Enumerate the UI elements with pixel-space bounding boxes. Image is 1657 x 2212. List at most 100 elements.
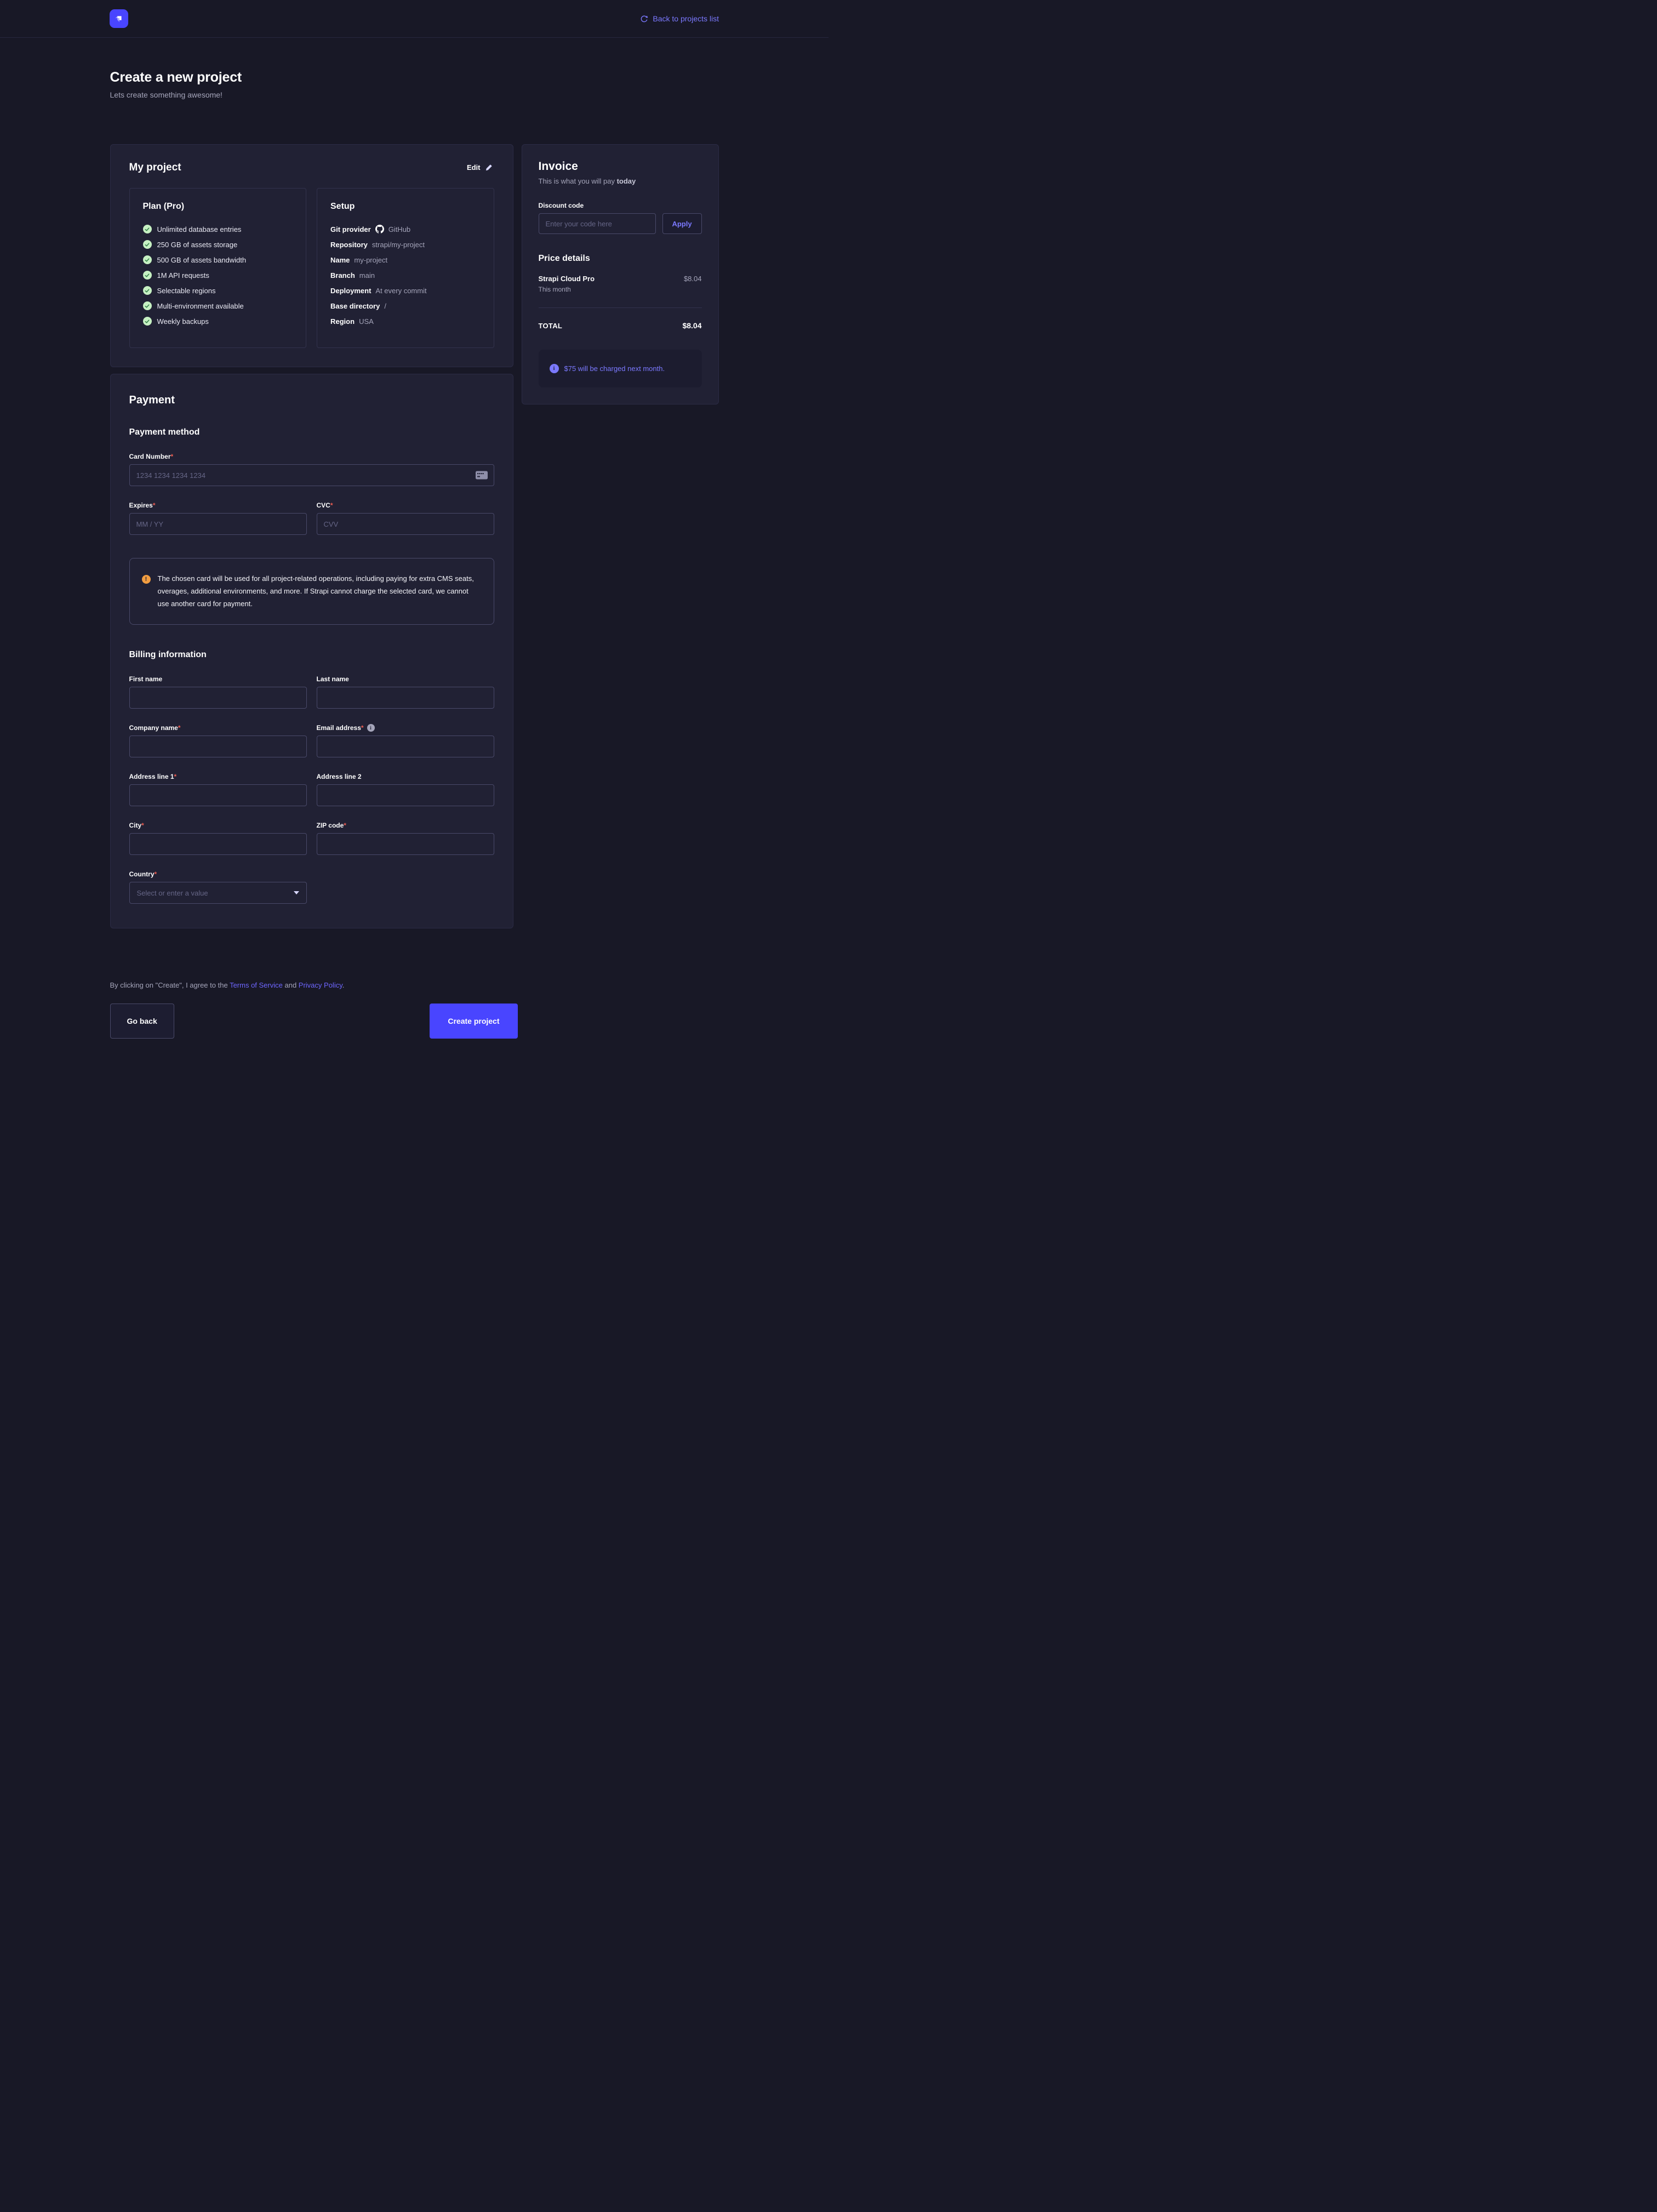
city-field-group: City* <box>129 822 307 855</box>
payment-title: Payment <box>129 394 494 407</box>
card-usage-notice: ! The chosen card will be used for all p… <box>129 558 494 625</box>
plan-box: Plan (Pro) Unlimited database entries 25… <box>129 188 307 348</box>
privacy-policy-link[interactable]: Privacy Policy <box>299 981 342 989</box>
address1-label-text: Address line 1 <box>129 773 174 780</box>
cvc-label-text: CVC <box>317 501 330 509</box>
expires-label-text: Expires <box>129 501 153 509</box>
terms-of-service-link[interactable]: Terms of Service <box>230 981 283 989</box>
required-mark: * <box>153 501 156 509</box>
address2-input[interactable] <box>317 784 494 806</box>
country-select-placeholder: Select or enter a value <box>137 889 208 897</box>
price-item-amount: $8.04 <box>684 275 702 283</box>
setup-row-label: Name <box>330 256 350 264</box>
setup-box: Setup Git provider GitHub Repository <box>317 188 494 348</box>
address1-input[interactable] <box>129 784 307 806</box>
plan-feature-label: Multi-environment available <box>157 302 244 310</box>
strapi-logo-icon <box>113 13 125 25</box>
create-project-button[interactable]: Create project <box>430 1004 517 1039</box>
setup-row-label: Deployment <box>330 287 371 295</box>
total-amount: $8.04 <box>682 321 701 330</box>
country-field-group: Country* Select or enter a value <box>129 870 307 904</box>
plan-feature: Weekly backups <box>143 317 293 326</box>
caret-down-icon <box>294 891 299 894</box>
next-month-note-text: $75 will be charged next month. <box>564 364 665 373</box>
required-mark: * <box>178 724 181 732</box>
edit-button[interactable]: Edit <box>465 161 494 174</box>
discount-code-input[interactable] <box>539 213 656 234</box>
address1-label: Address line 1* <box>129 773 307 780</box>
setup-row-value: At every commit <box>375 287 426 295</box>
setup-row-label: Branch <box>330 271 355 280</box>
invoice-subtitle-emphasis: today <box>617 177 636 185</box>
country-label: Country* <box>129 870 307 878</box>
price-item-name: Strapi Cloud Pro <box>539 275 595 283</box>
back-link-label: Back to projects list <box>653 14 719 23</box>
setup-row-value: USA <box>359 317 374 326</box>
back-to-projects-link[interactable]: Back to projects list <box>640 14 719 23</box>
check-icon <box>143 301 152 310</box>
address2-field-group: Address line 2 <box>317 773 494 806</box>
required-mark: * <box>330 501 333 509</box>
cvc-input[interactable] <box>317 513 494 535</box>
info-icon: i <box>550 364 559 373</box>
invoice-card: Invoice This is what you will pay today … <box>522 144 719 404</box>
required-mark: * <box>155 870 157 878</box>
setup-row-base-directory: Base directory / <box>330 302 481 310</box>
expires-label: Expires* <box>129 501 307 509</box>
setup-row-git-provider: Git provider GitHub <box>330 225 481 233</box>
expires-input[interactable] <box>129 513 307 535</box>
first-name-label: First name <box>129 675 307 683</box>
last-name-input[interactable] <box>317 687 494 709</box>
first-name-label-text: First name <box>129 675 163 683</box>
zip-input[interactable] <box>317 833 494 855</box>
expires-field-group: Expires* <box>129 501 307 535</box>
total-label: TOTAL <box>539 322 563 330</box>
card-number-label: Card Number* <box>129 453 494 460</box>
plan-feature: Multi-environment available <box>143 301 293 310</box>
project-card-title: My project <box>129 162 181 174</box>
plan-feature-label: 500 GB of assets bandwidth <box>157 256 247 264</box>
setup-list: Git provider GitHub Repository strapi/my… <box>330 225 481 326</box>
setup-row-value: strapi/my-project <box>372 241 425 249</box>
setup-row-deployment: Deployment At every commit <box>330 287 481 295</box>
setup-row-label: Region <box>330 317 355 326</box>
check-icon <box>143 317 152 326</box>
first-name-input[interactable] <box>129 687 307 709</box>
company-name-field-group: Company name* <box>129 724 307 757</box>
address2-label: Address line 2 <box>317 773 494 780</box>
setup-row-repository: Repository strapi/my-project <box>330 241 481 249</box>
plan-feature-label: 1M API requests <box>157 271 209 280</box>
go-back-button[interactable]: Go back <box>110 1004 174 1039</box>
city-label-text: City <box>129 822 142 829</box>
country-select[interactable]: Select or enter a value <box>129 882 307 904</box>
plan-feature-label: 250 GB of assets storage <box>157 241 238 249</box>
price-item-period: This month <box>539 286 595 293</box>
card-usage-notice-text: The chosen card will be used for all pro… <box>158 573 482 610</box>
setup-row-label: Git provider <box>330 225 371 233</box>
divider <box>539 307 702 308</box>
email-input[interactable] <box>317 736 494 757</box>
agreement-suffix: . <box>342 981 345 989</box>
city-input[interactable] <box>129 833 307 855</box>
cvc-field-group: CVC* <box>317 501 494 535</box>
check-icon <box>143 255 152 264</box>
card-number-input[interactable] <box>129 464 494 486</box>
plan-feature: 500 GB of assets bandwidth <box>143 255 293 264</box>
check-icon <box>143 286 152 295</box>
address1-field-group: Address line 1* <box>129 773 307 806</box>
plan-feature-label: Unlimited database entries <box>157 225 242 233</box>
invoice-subtitle: This is what you will pay today <box>539 177 702 185</box>
cvc-label: CVC* <box>317 501 494 509</box>
my-project-card: My project Edit Plan (Pro) <box>110 144 513 367</box>
last-name-label-text: Last name <box>317 675 349 683</box>
apply-button[interactable]: Apply <box>662 213 702 234</box>
pencil-icon <box>485 164 492 171</box>
email-label-text: Email address <box>317 724 361 732</box>
check-icon <box>143 271 152 280</box>
company-name-input[interactable] <box>129 736 307 757</box>
strapi-logo[interactable] <box>110 9 128 28</box>
agreement-prefix: By clicking on "Create", I agree to the <box>110 981 230 989</box>
setup-row-name: Name my-project <box>330 256 481 264</box>
agreement-text: By clicking on "Create", I agree to the … <box>110 981 513 989</box>
plan-feature: Selectable regions <box>143 286 293 295</box>
